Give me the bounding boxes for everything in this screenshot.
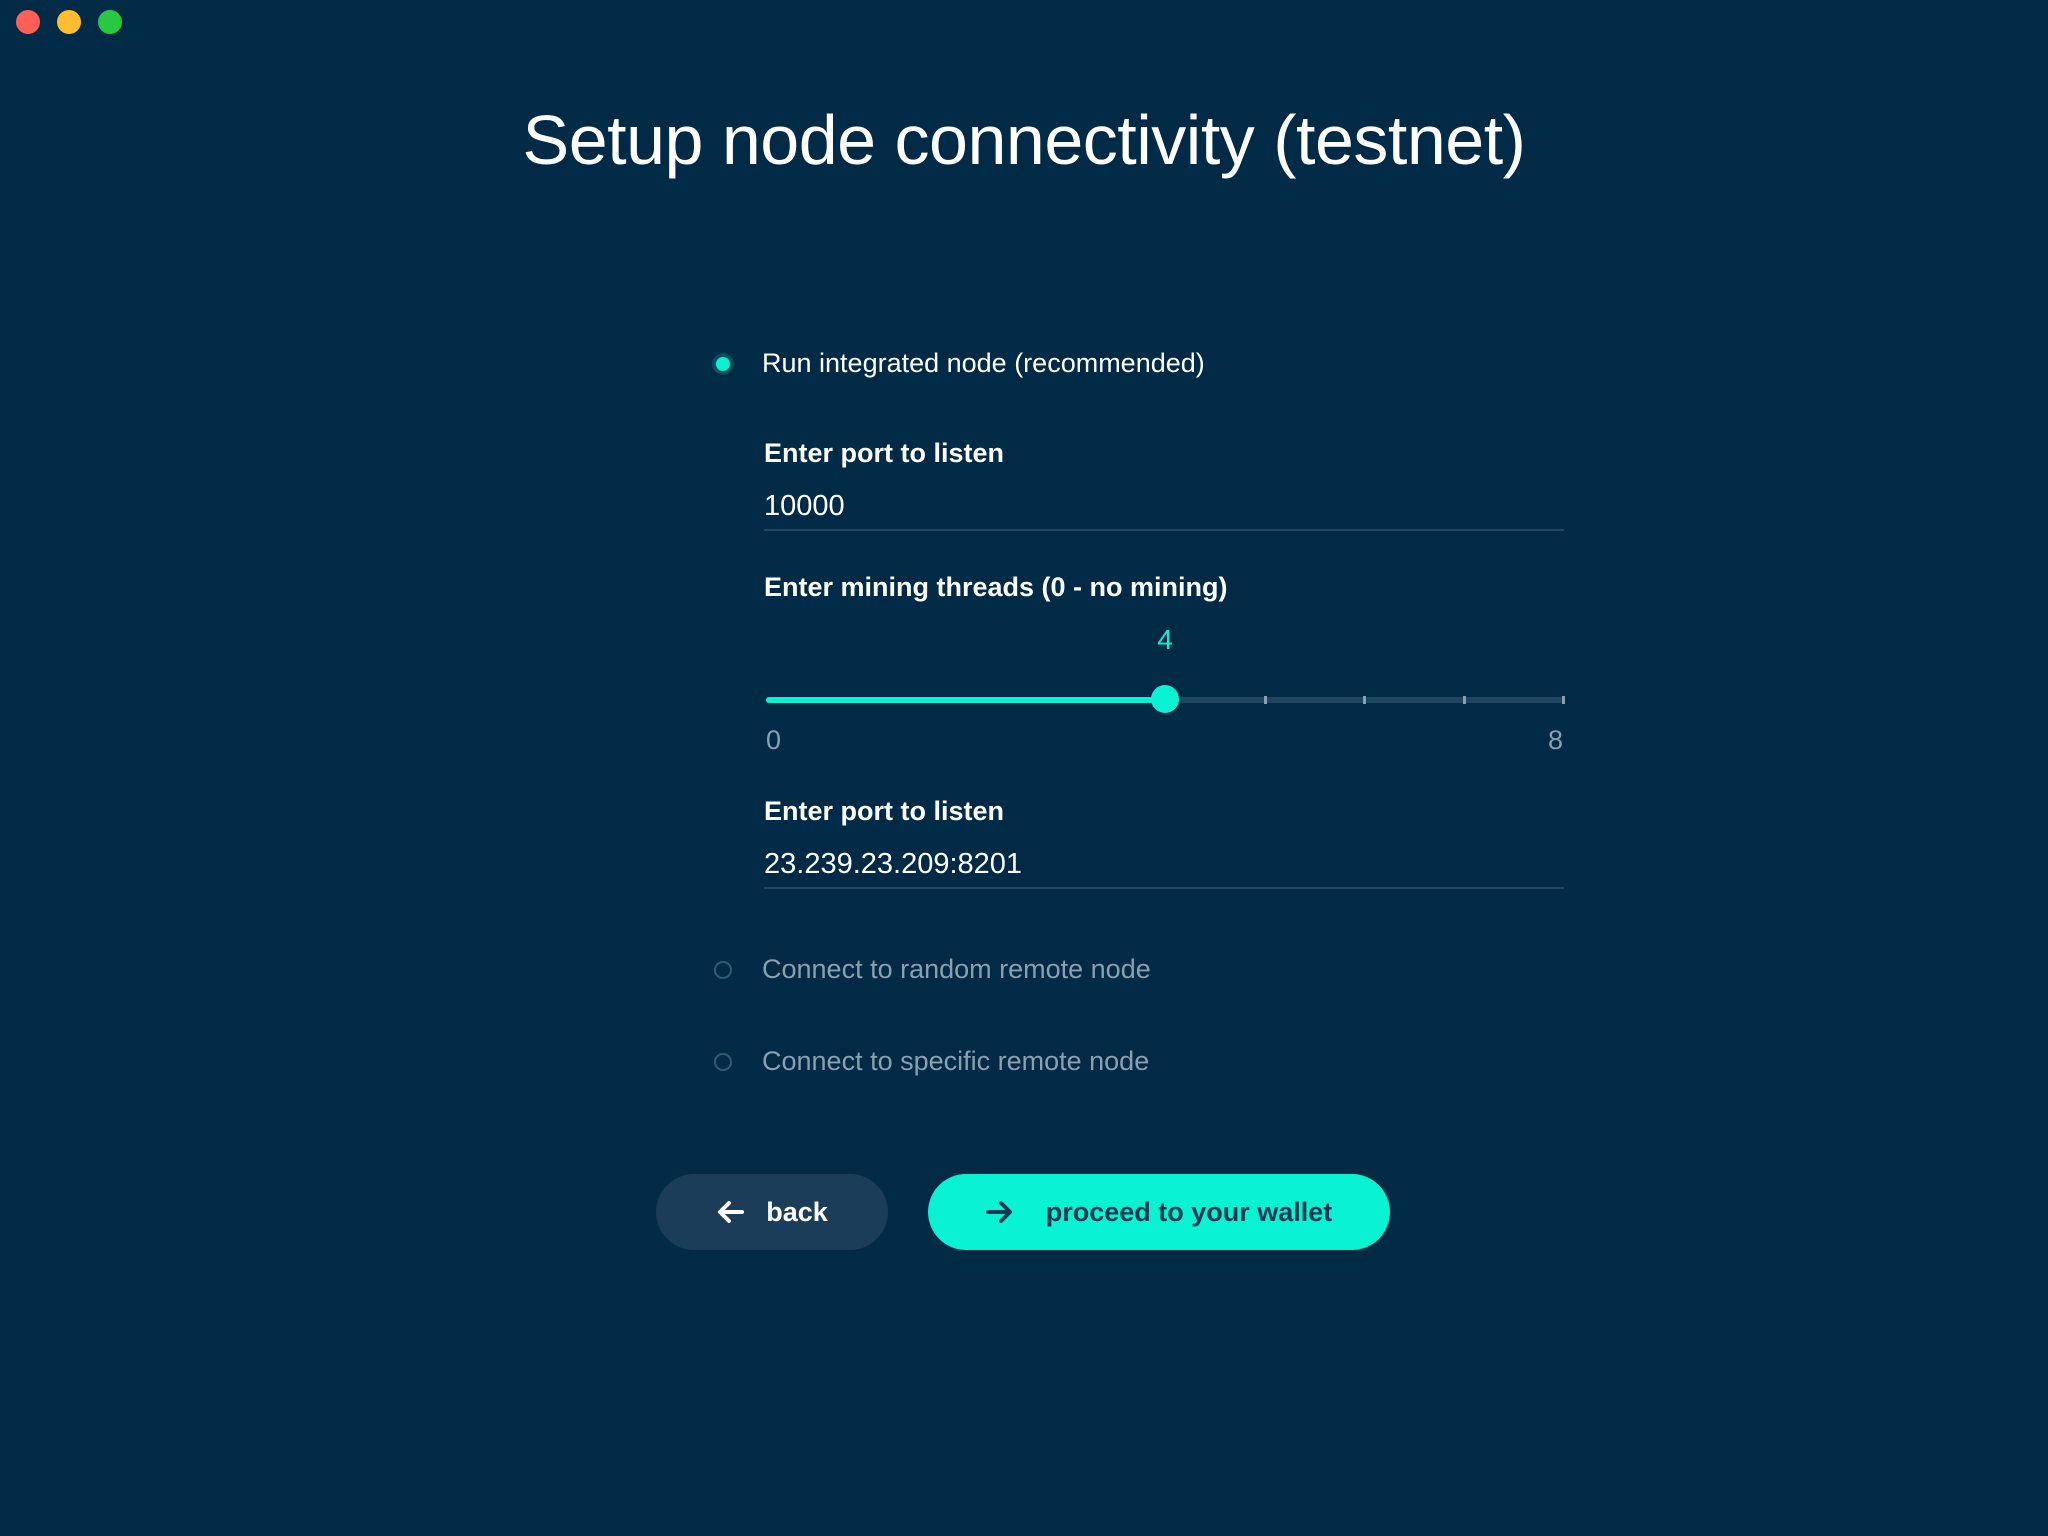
option-integrated-node-label: Run integrated node (recommended) — [762, 348, 1205, 378]
back-button[interactable]: back — [656, 1174, 888, 1250]
window-controls — [16, 10, 122, 34]
mining-threads-label: Enter mining threads (0 - no mining) — [764, 572, 1228, 602]
arrow-left-icon — [716, 1200, 745, 1224]
port-input[interactable] — [764, 483, 1564, 531]
slider-max-label: 8 — [1548, 725, 1564, 755]
slider-thumb[interactable] — [1151, 685, 1179, 713]
proceed-button[interactable]: proceed to your wallet — [928, 1174, 1390, 1250]
slider-tick — [1363, 696, 1366, 704]
slider-fill — [766, 697, 1165, 703]
radio-specific-remote-node[interactable] — [714, 1052, 732, 1071]
slider-min-label: 0 — [766, 725, 782, 755]
arrow-right-icon — [985, 1200, 1014, 1224]
radio-integrated-node[interactable] — [716, 356, 730, 371]
slider-tick — [1562, 696, 1565, 704]
slider-tick — [1463, 696, 1466, 704]
mining-threads-value: 4 — [1157, 624, 1173, 655]
mining-threads-slider[interactable] — [766, 685, 1565, 713]
slider-tick — [1264, 696, 1267, 704]
back-button-label: back — [766, 1196, 828, 1227]
proceed-button-label: proceed to your wallet — [1045, 1196, 1333, 1227]
option-integrated-node[interactable]: Run integrated node (recommended) — [714, 348, 1205, 379]
port-label: Enter port to listen — [764, 438, 1005, 468]
minimize-window-button[interactable] — [57, 10, 81, 34]
option-specific-remote-node-label: Connect to specific remote node — [762, 1046, 1150, 1076]
option-specific-remote-node[interactable]: Connect to specific remote node — [714, 1046, 1149, 1077]
page-title: Setup node connectivity (testnet) — [522, 101, 1526, 179]
radio-random-remote-node[interactable] — [714, 960, 732, 979]
peer-port-label: Enter port to listen — [764, 796, 1005, 826]
option-random-remote-node-label: Connect to random remote node — [762, 954, 1151, 984]
close-window-button[interactable] — [16, 10, 40, 34]
option-random-remote-node[interactable]: Connect to random remote node — [714, 954, 1151, 985]
peer-address-input[interactable] — [764, 841, 1564, 889]
zoom-window-button[interactable] — [98, 10, 122, 34]
